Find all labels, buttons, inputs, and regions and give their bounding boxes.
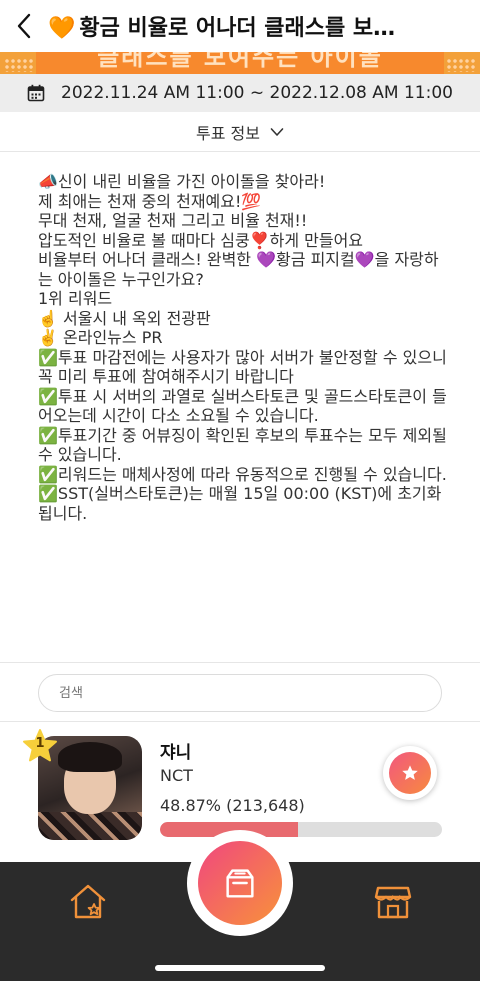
description-line: ✅SST(실버스타토큰)는 매월 15일 00:00 (KST)에 초기화 됩니… <box>38 484 447 523</box>
description-line: ✌️ 온라인뉴스 PR <box>38 328 163 347</box>
description-line: 비율부터 어나더 클래스! 완벽한 💜황금 피지컬💜을 자랑하는 아이돌은 누구… <box>38 250 439 289</box>
photo-hair <box>58 742 122 772</box>
nav-home-button[interactable] <box>68 882 108 922</box>
star-icon <box>402 765 418 780</box>
store-icon <box>374 886 412 919</box>
description-line: ✅투표 시 서버의 과열로 실버스타토큰 및 골드스타토큰이 들어오는데 시간이… <box>38 386 447 426</box>
page-title: 🧡 황금 비율로 어나더 클래스를 보… <box>48 10 480 42</box>
vote-info-label: 투표 정보 <box>196 123 260 143</box>
vote-description: 📣신이 내린 비율을 가진 아이돌을 찾아라! 제 최애는 천재 중의 천재예요… <box>38 172 452 523</box>
description-line: ✅리워드는 매체사정에 따라 유동적으로 진행될 수 있습니다. <box>38 464 447 484</box>
description-line: ☝️ 서울시 내 옥외 전광판 <box>38 308 211 328</box>
description-line: 제 최애는 천재 중의 천재예요!💯 <box>38 191 262 211</box>
search-input[interactable] <box>38 674 442 712</box>
candidate-group: NCT <box>160 766 193 785</box>
vote-button-inner <box>389 752 431 794</box>
top-bar: 🧡 황금 비율로 어나더 클래스를 보… <box>0 0 480 52</box>
home-indicator <box>155 965 325 971</box>
heart-icon: 🧡 <box>48 16 76 41</box>
chevron-left-icon <box>17 13 31 39</box>
description-line: 압도적인 비율로 볼 때마다 심쿵❣️하게 만들어요 <box>38 230 364 250</box>
vote-progress-bar <box>160 822 442 837</box>
banner-text: 클래스를 보여주는 아이돌 <box>36 52 444 74</box>
chevron-down-icon <box>270 127 284 136</box>
description-line: ✅투표기간 중 어뷰징이 확인된 후보의 투표수는 모두 제외될 수 있습니다. <box>38 425 452 465</box>
candidate-percent: 48.87% (213,648) <box>160 796 305 815</box>
description-line: ✅투표 마감전에는 사용자가 많아 서버가 불안정할 수 있으니 꼭 미리 투표… <box>38 347 452 387</box>
nav-store-button[interactable] <box>373 882 413 922</box>
photo-shirt <box>38 812 142 840</box>
vote-box-button[interactable] <box>198 841 282 925</box>
vote-period: 2022.11.24 AM 11:00 ~ 2022.12.08 AM 11:0… <box>0 74 480 112</box>
home-star-icon <box>70 884 106 919</box>
vote-info-toggle[interactable]: 투표 정보 <box>0 112 480 152</box>
banner-dots-left <box>4 58 34 72</box>
page-title-text: 황금 비율로 어나더 클래스를 보… <box>79 16 396 41</box>
vote-period-text: 2022.11.24 AM 11:00 ~ 2022.12.08 AM 11:0… <box>61 83 453 103</box>
ballot-box-icon <box>226 869 254 898</box>
banner-dots-right <box>446 58 476 72</box>
description-line: 1위 리워드 <box>38 289 113 308</box>
event-banner: 클래스를 보여주는 아이돌 <box>0 52 480 74</box>
candidate-name: 쟈니 <box>160 743 192 763</box>
divider <box>0 662 480 663</box>
rank-number: 1 <box>35 736 45 751</box>
vote-button[interactable] <box>383 746 437 800</box>
back-button[interactable] <box>0 0 48 52</box>
description-line: 무대 천재, 얼굴 천재 그리고 비율 천재!! <box>38 211 308 230</box>
rank-badge: 1 <box>22 728 58 764</box>
calendar-icon <box>27 84 45 102</box>
description-line: 📣신이 내린 비율을 가진 아이돌을 찾아라! <box>38 172 326 191</box>
